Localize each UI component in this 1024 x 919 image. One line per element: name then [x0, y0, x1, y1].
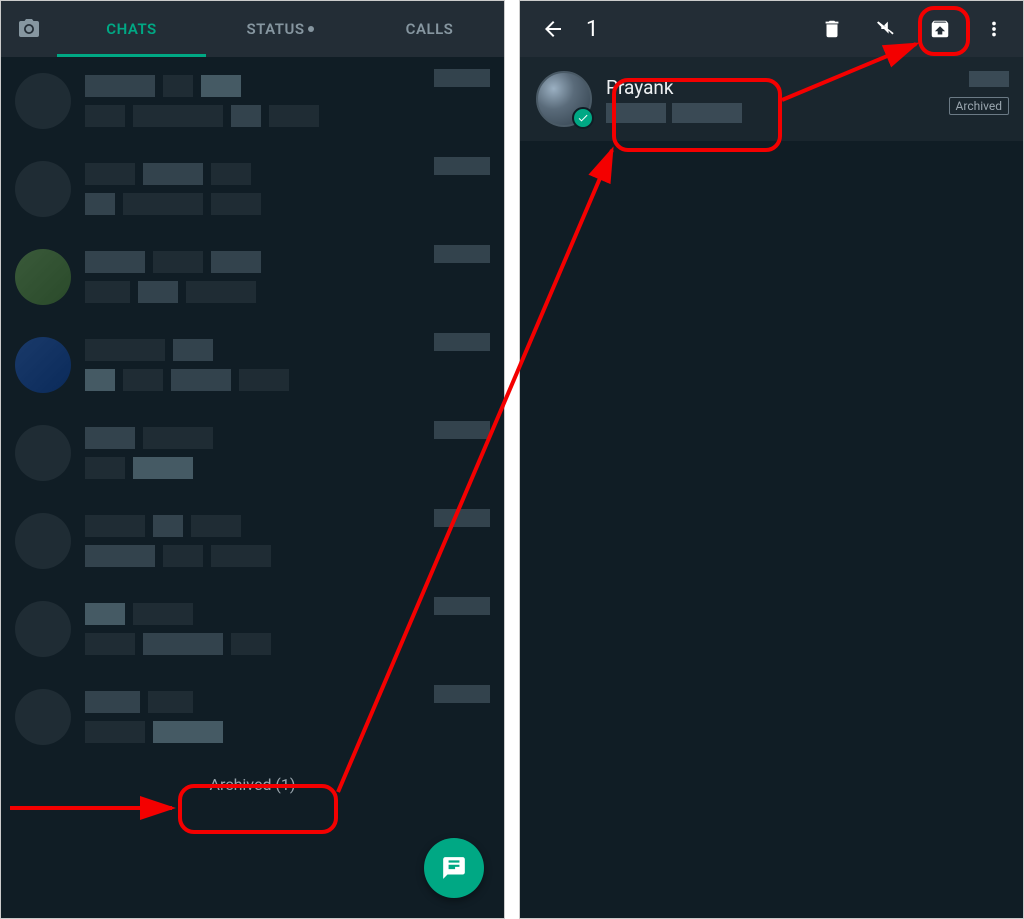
arrow-back-icon	[541, 17, 565, 41]
chat-row[interactable]	[1, 673, 504, 761]
chat-row[interactable]	[1, 409, 504, 497]
timestamp	[434, 509, 490, 527]
avatar	[15, 73, 71, 129]
phone-archived-selection-screen: 1 Prayank	[519, 0, 1024, 919]
archived-label: Archived (1)	[210, 775, 296, 794]
timestamp	[434, 69, 490, 87]
top-bar: CHATS STATUS CALLS	[1, 1, 504, 57]
new-chat-fab[interactable]	[424, 838, 484, 898]
avatar	[15, 513, 71, 569]
timestamp	[434, 421, 490, 439]
avatar-wrap	[536, 71, 592, 127]
timestamp	[434, 685, 490, 703]
chat-row[interactable]	[1, 585, 504, 673]
avatar	[15, 249, 71, 305]
mute-off-icon	[875, 18, 897, 40]
trash-icon	[821, 18, 843, 40]
phone-chats-screen: CHATS STATUS CALLS	[0, 0, 505, 919]
chat-row[interactable]	[1, 145, 504, 233]
chat-row[interactable]	[1, 497, 504, 585]
tab-chats[interactable]: CHATS	[57, 1, 206, 57]
timestamp	[969, 71, 1009, 87]
chat-row[interactable]	[1, 233, 504, 321]
more-options-button[interactable]	[971, 6, 1017, 52]
camera-button[interactable]	[1, 17, 57, 41]
timestamp	[434, 597, 490, 615]
back-button[interactable]	[532, 17, 574, 41]
avatar	[15, 337, 71, 393]
timestamp	[434, 333, 490, 351]
timestamp	[434, 245, 490, 263]
new-chat-icon	[441, 855, 467, 881]
selection-top-bar: 1	[520, 1, 1023, 57]
unarchive-button[interactable]	[917, 6, 963, 52]
avatar	[15, 161, 71, 217]
tabs: CHATS STATUS CALLS	[57, 1, 504, 57]
archived-chats-link[interactable]: Archived (1)	[1, 761, 504, 808]
selection-check-icon	[572, 107, 594, 129]
chat-row[interactable]	[1, 321, 504, 409]
delete-button[interactable]	[809, 6, 855, 52]
avatar	[15, 425, 71, 481]
tab-status-label: STATUS	[247, 20, 305, 38]
avatar	[15, 601, 71, 657]
tab-status[interactable]: STATUS	[206, 1, 355, 57]
more-vert-icon	[983, 18, 1005, 40]
tab-calls[interactable]: CALLS	[355, 1, 504, 57]
archived-badge: Archived	[949, 97, 1009, 115]
status-unread-dot-icon	[308, 26, 314, 32]
chat-row[interactable]	[1, 57, 504, 145]
tab-chats-label: CHATS	[106, 20, 156, 38]
chat-list[interactable]: Archived (1)	[1, 57, 504, 808]
camera-icon	[17, 17, 41, 41]
selected-chat-row[interactable]: Prayank Archived	[520, 57, 1023, 141]
timestamp	[434, 157, 490, 175]
selection-count: 1	[582, 17, 801, 42]
avatar	[15, 689, 71, 745]
mute-button[interactable]	[863, 6, 909, 52]
tab-calls-label: CALLS	[406, 20, 454, 38]
unarchive-icon	[929, 18, 951, 40]
